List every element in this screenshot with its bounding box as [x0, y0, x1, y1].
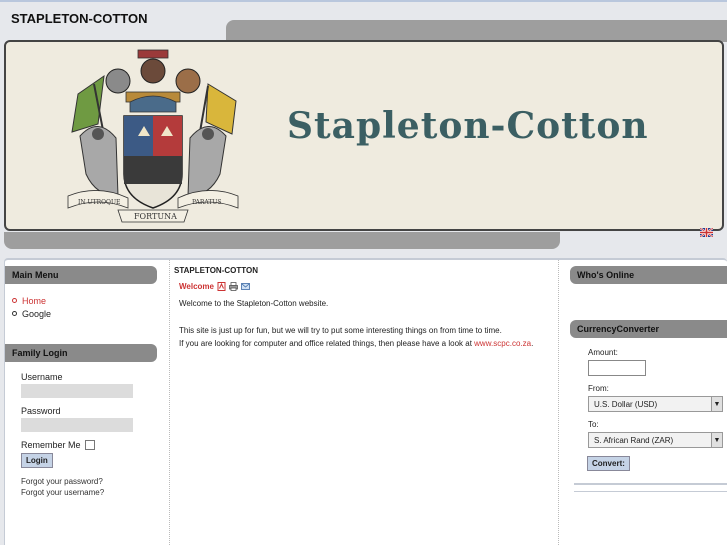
motto-bottom-text: FORTUNA — [134, 212, 177, 221]
login-form: Username Password Remember Me Login Forg… — [21, 372, 169, 498]
article-heading[interactable]: Welcome — [179, 282, 214, 291]
menu-item-label: Home — [22, 295, 47, 306]
menu-item-home[interactable]: Home — [12, 294, 169, 307]
family-login-header: Family Login — [5, 344, 157, 362]
article-header: Welcome — [179, 282, 558, 291]
username-input[interactable] — [21, 384, 133, 398]
article-para-2-suffix: . — [531, 339, 534, 348]
remember-me-checkbox[interactable] — [84, 440, 95, 450]
bullet-icon — [12, 311, 17, 316]
banner-title: Stapleton-Cotton — [287, 105, 649, 147]
amount-input[interactable] — [588, 360, 646, 376]
divider — [574, 483, 727, 485]
motto-right-text: PARATUS — [192, 199, 222, 206]
password-input[interactable] — [21, 418, 133, 432]
dropdown-arrow-icon: ▼ — [711, 397, 722, 411]
article-para-1: This site is just up for fun, but we wil… — [179, 326, 502, 335]
forgot-username-link[interactable]: Forgot your username? — [21, 487, 169, 498]
menu-item-google[interactable]: Google — [12, 307, 169, 320]
remember-me-row: Remember Me — [21, 440, 169, 450]
site-title: STAPLETON-COTTON — [11, 11, 148, 26]
top-nav-bar — [226, 20, 727, 42]
content-area: Main Menu Home Google Family Login Usern… — [4, 258, 727, 545]
login-links: Forgot your password? Forgot your userna… — [21, 476, 169, 498]
password-label: Password — [21, 406, 61, 416]
convert-button[interactable]: Convert: — [587, 456, 630, 471]
left-column: Main Menu Home Google Family Login Usern… — [5, 260, 169, 545]
from-label: From: — [588, 384, 609, 393]
article-body: This site is just up for fun, but we wil… — [179, 324, 558, 350]
email-icon[interactable] — [241, 282, 250, 291]
print-icon[interactable] — [229, 282, 238, 291]
amount-label: Amount: — [588, 348, 618, 357]
from-currency-select[interactable]: U.S. Dollar (USD) ▼ — [588, 396, 723, 412]
whos-online-header: Who's Online — [570, 266, 727, 284]
scpc-link[interactable]: www.scpc.co.za — [474, 339, 531, 348]
dropdown-arrow-icon: ▼ — [711, 433, 722, 447]
pdf-icon[interactable] — [217, 282, 226, 291]
to-currency-value: S. African Rand (ZAR) — [594, 435, 674, 445]
menu-item-label: Google — [22, 308, 52, 319]
bullet-icon — [12, 298, 17, 303]
page: STAPLETON-COTTON IN UTROQUE PARATUS FORT… — [0, 0, 727, 545]
top-border — [0, 0, 727, 2]
currency-converter-header: CurrencyConverter — [570, 320, 727, 338]
right-column: Who's Online CurrencyConverter Amount: F… — [569, 260, 727, 545]
main-menu: Home Google — [12, 294, 169, 320]
motto-left-text: IN UTROQUE — [78, 199, 120, 206]
main-column: STAPLETON-COTTON Welcome Welcome to the … — [169, 260, 559, 545]
currency-converter-form: Amount: From: U.S. Dollar (USD) ▼ To: S.… — [587, 348, 727, 471]
main-menu-header: Main Menu — [5, 266, 157, 284]
remember-me-label: Remember Me — [21, 440, 81, 450]
uk-flag-icon[interactable] — [700, 228, 713, 237]
divider — [574, 491, 727, 492]
article-para-2-prefix: If you are looking for computer and offi… — [179, 339, 475, 348]
to-label: To: — [588, 420, 599, 429]
username-label: Username — [21, 372, 63, 382]
header-banner: IN UTROQUE PARATUS FORTUNA Stapleton-Cot… — [4, 40, 724, 231]
coat-of-arms-image: IN UTROQUE PARATUS FORTUNA — [67, 49, 239, 223]
article-intro: Welcome to the Stapleton-Cotton website. — [179, 299, 329, 308]
section-title: STAPLETON-COTTON — [174, 266, 258, 275]
to-currency-select[interactable]: S. African Rand (ZAR) ▼ — [588, 432, 723, 448]
forgot-password-link[interactable]: Forgot your password? — [21, 476, 169, 487]
header-bottom-bar — [4, 232, 560, 249]
login-button[interactable]: Login — [21, 453, 53, 468]
from-currency-value: U.S. Dollar (USD) — [594, 399, 658, 409]
